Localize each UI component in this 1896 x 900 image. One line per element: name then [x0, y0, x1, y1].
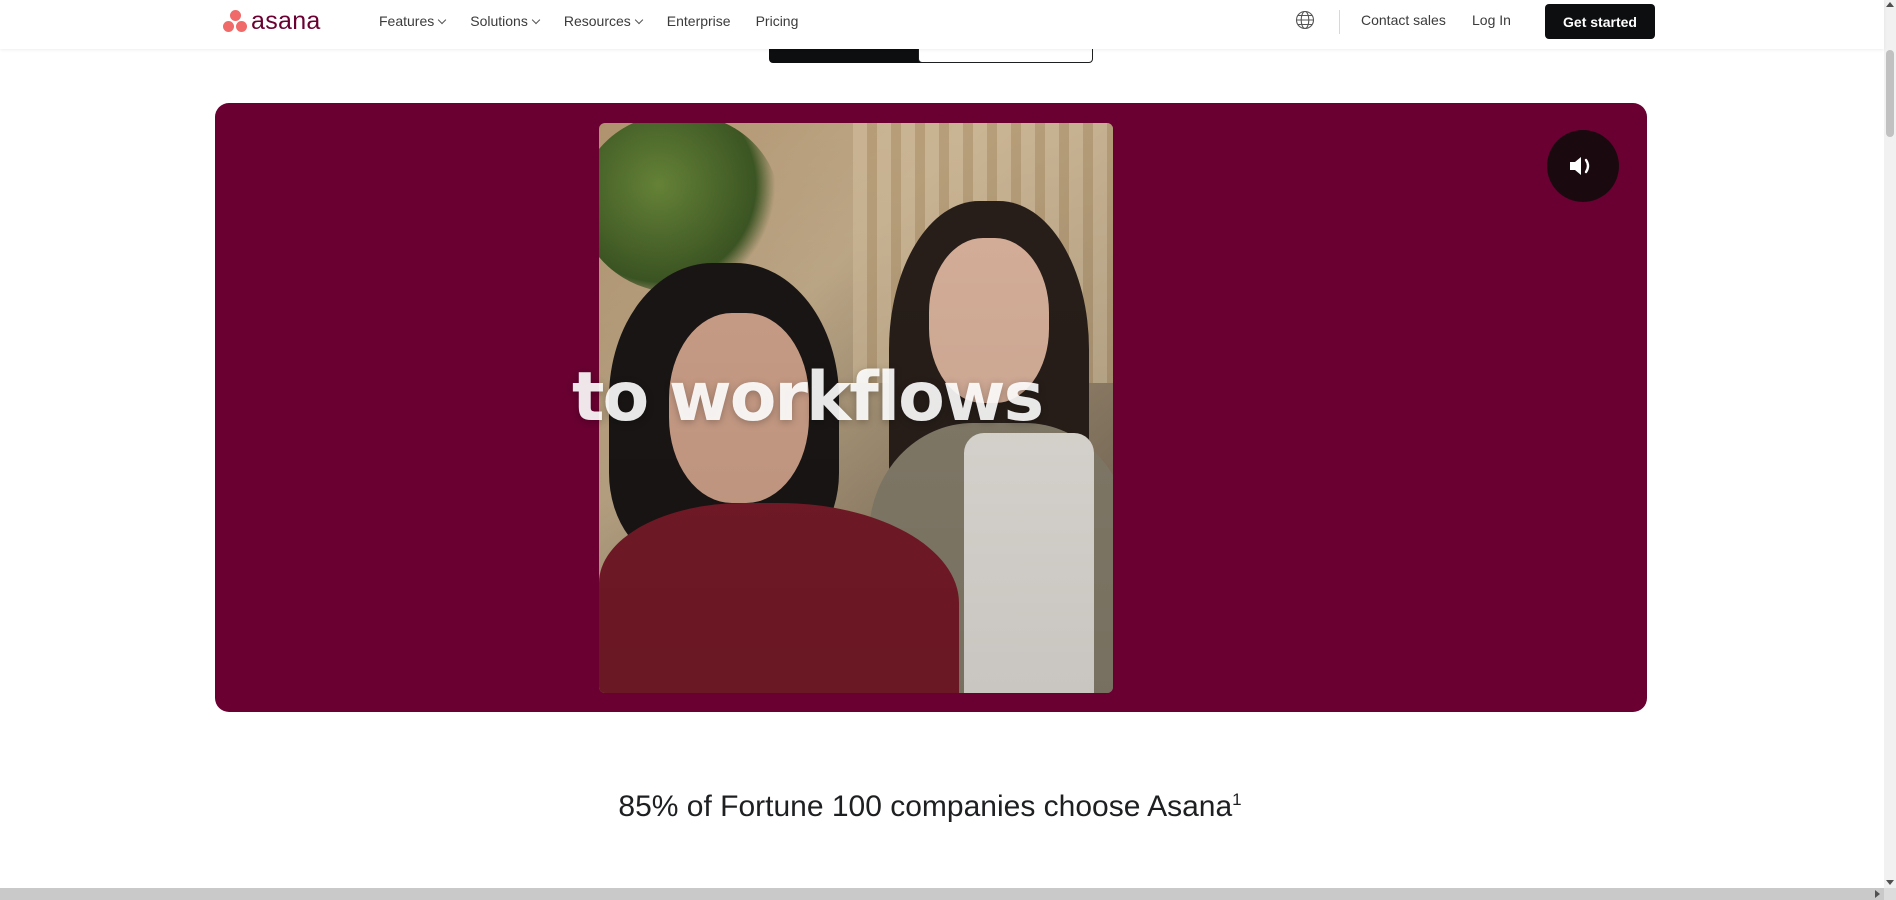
asana-wordmark: asana [251, 6, 321, 35]
nav-solutions[interactable]: Solutions [470, 13, 541, 29]
log-in-link[interactable]: Log In [1472, 12, 1511, 28]
scrollbar-corner [1884, 888, 1896, 900]
nav-solutions-label: Solutions [470, 13, 528, 29]
main-nav: Features Solutions Resources Enterprise … [379, 0, 823, 42]
top-navigation-bar: asana Features Solutions Resources Enter… [0, 0, 1884, 49]
scroll-up-arrow-icon[interactable] [1886, 2, 1894, 7]
header-divider [1339, 10, 1340, 34]
nav-pricing[interactable]: Pricing [756, 13, 799, 29]
nav-pricing-label: Pricing [755, 13, 799, 29]
fortune-100-headline: 85% of Fortune 100 companies choose Asan… [0, 790, 1860, 824]
asana-logo[interactable]: asana [222, 6, 321, 35]
chevron-down-icon [634, 15, 644, 24]
get-started-button[interactable]: Get started [1545, 4, 1655, 39]
nav-features-label: Features [379, 13, 435, 29]
chevron-down-icon [531, 15, 541, 24]
sound-toggle-button[interactable] [1547, 130, 1619, 202]
headline-text: 85% of Fortune 100 companies choose Asan… [618, 790, 1233, 823]
speaker-icon [1570, 157, 1590, 175]
contact-sales-link[interactable]: Contact sales [1361, 12, 1446, 28]
scroll-down-arrow-icon[interactable] [1886, 880, 1894, 885]
chevron-down-icon [438, 15, 447, 24]
nav-enterprise-label: Enterprise [666, 13, 731, 29]
headline-footnote[interactable]: 1 [1232, 790, 1241, 809]
asana-logo-icon [222, 9, 248, 33]
nav-resources[interactable]: Resources [563, 13, 644, 29]
nav-resources-label: Resources [563, 13, 631, 29]
nav-features[interactable]: Features [379, 13, 447, 29]
video-overlay-text: to workflows [572, 358, 1044, 437]
globe-icon[interactable] [1295, 10, 1315, 30]
nav-enterprise[interactable]: Enterprise [667, 13, 731, 29]
hero-video-card: to workflows [215, 103, 1647, 712]
vertical-scroll-thumb[interactable] [1886, 50, 1894, 137]
scroll-right-arrow-icon[interactable] [1875, 890, 1880, 898]
vertical-scrollbar[interactable] [1884, 0, 1896, 888]
horizontal-scrollbar[interactable] [0, 888, 1884, 900]
